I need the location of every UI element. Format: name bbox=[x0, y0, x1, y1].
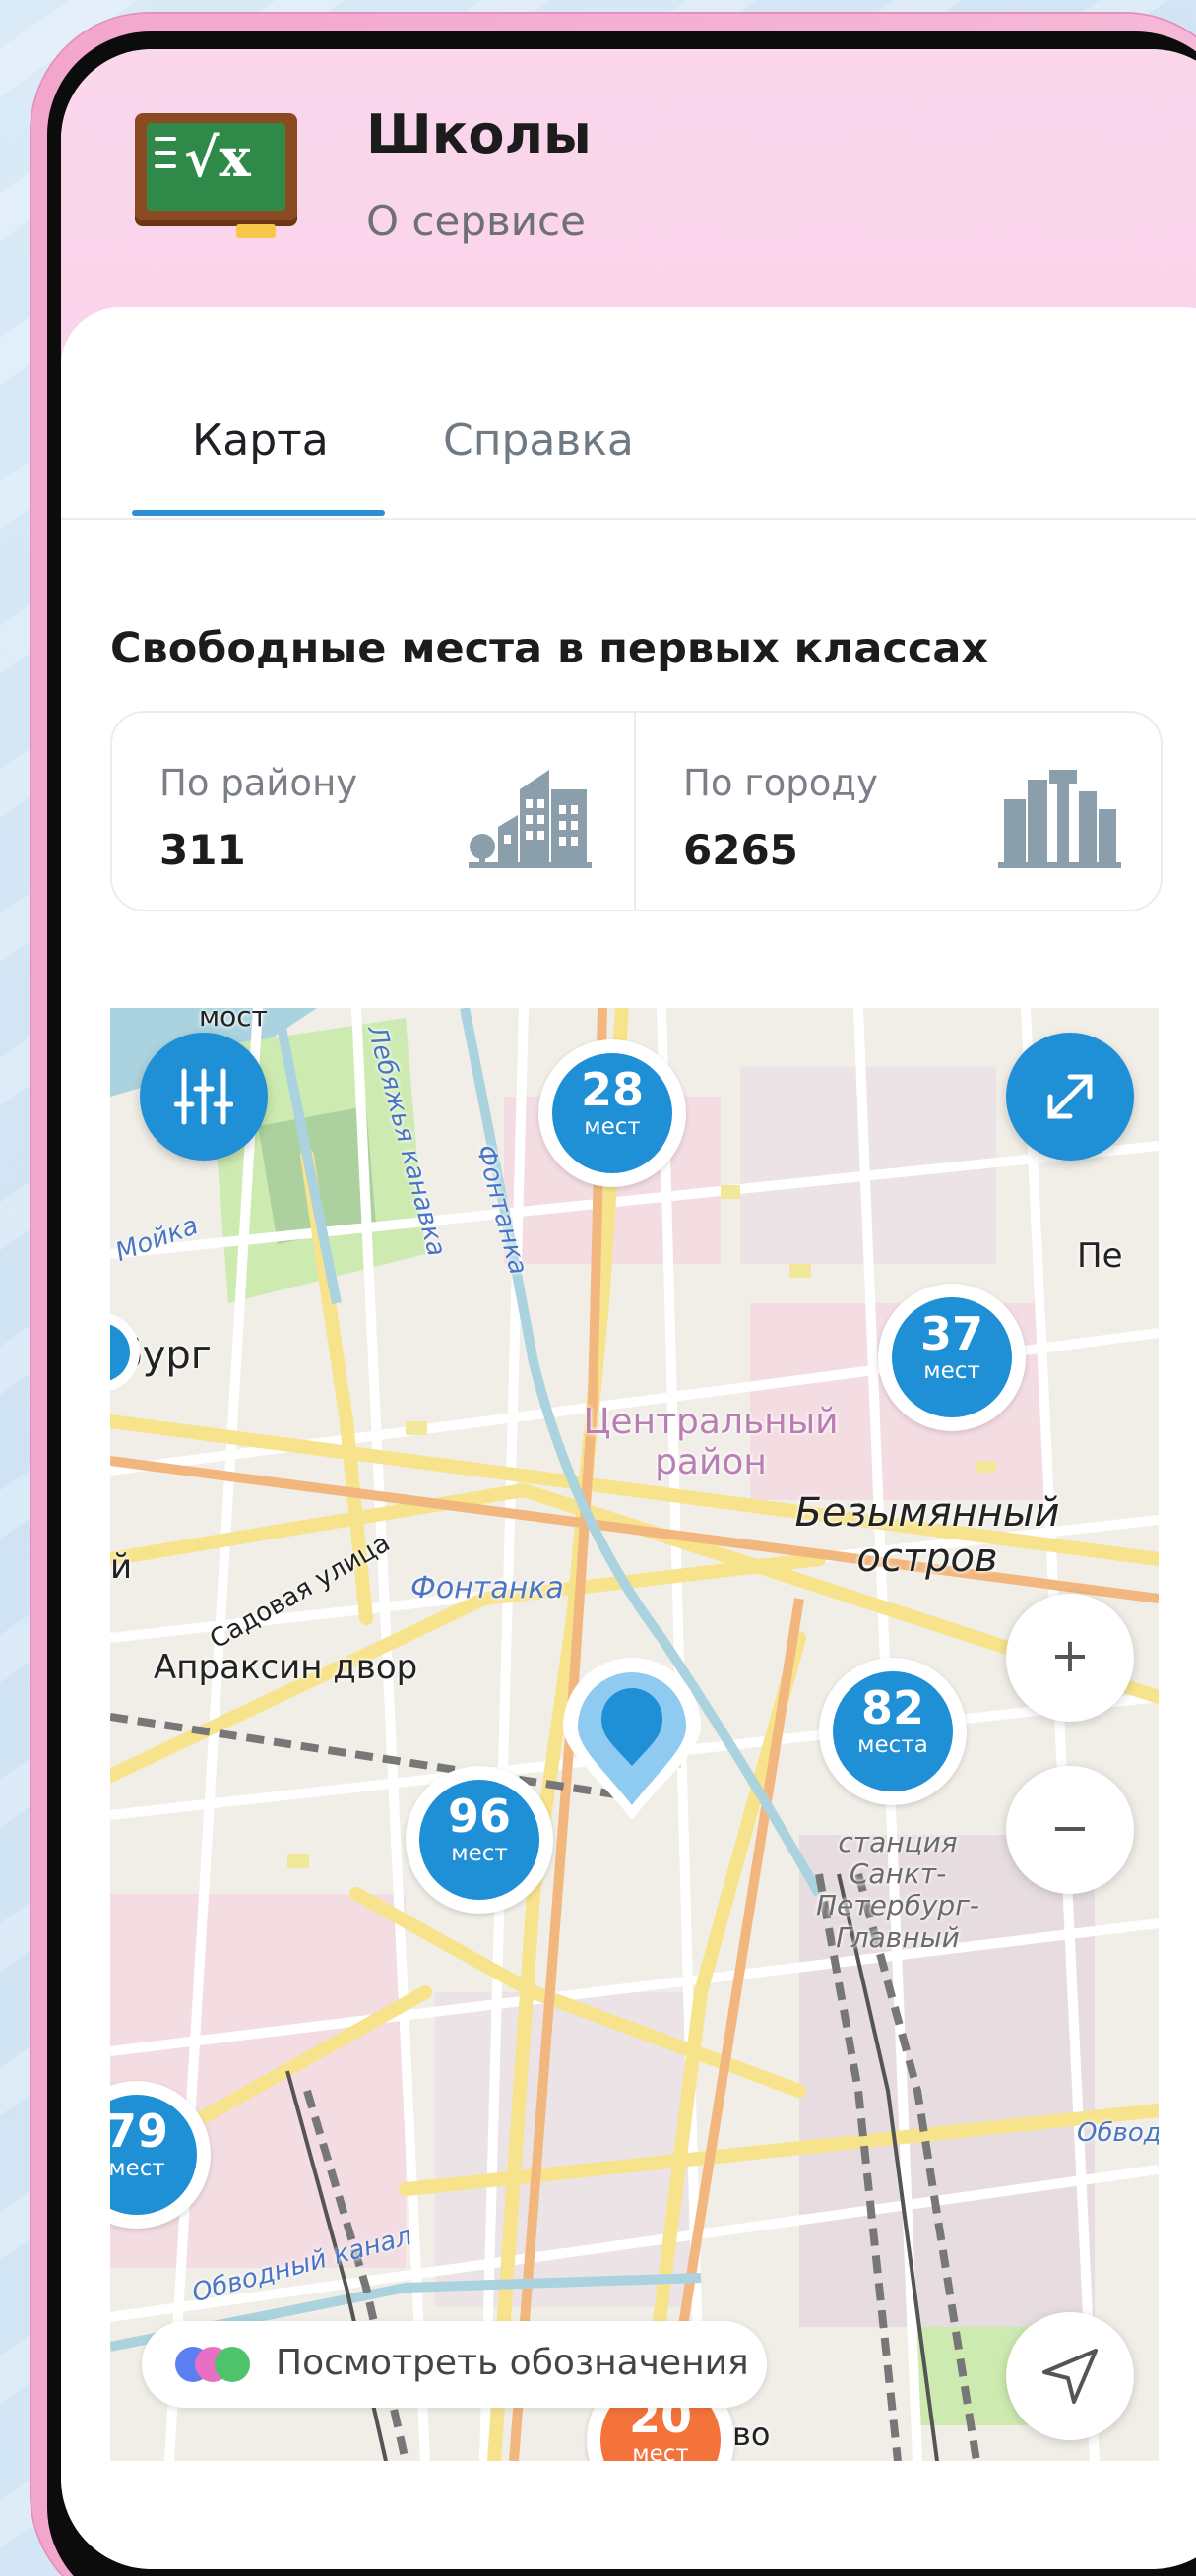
map-label-y: й bbox=[110, 1547, 133, 1587]
stats-panel: По району 311 По городу 6265 bbox=[110, 711, 1163, 911]
tab-bar: Карта Справка bbox=[61, 307, 1196, 520]
filter-button[interactable] bbox=[140, 1033, 268, 1161]
stat-district-label: По району bbox=[159, 762, 358, 804]
zoom-out-button[interactable]: − bbox=[1006, 1766, 1134, 1894]
cluster-marker[interactable]: 37 мест bbox=[878, 1284, 1026, 1431]
map-label-vo: во bbox=[732, 2416, 771, 2453]
map-label-apraksin: Апраксин двор bbox=[154, 1648, 418, 1687]
location-pin-icon[interactable] bbox=[558, 1658, 706, 1825]
map-label-pe: Пе bbox=[1077, 1236, 1123, 1276]
app-title: Школы bbox=[366, 103, 592, 165]
tab-map[interactable]: Карта bbox=[192, 415, 329, 466]
legend-dots-icon bbox=[175, 2347, 254, 2382]
locate-me-button[interactable] bbox=[1006, 2312, 1134, 2440]
city-buildings-icon bbox=[998, 770, 1121, 868]
map-label-obvod-right: Обвод bbox=[1077, 2118, 1159, 2148]
cluster-marker[interactable]: 82 места bbox=[819, 1658, 967, 1805]
stat-city-label: По городу bbox=[683, 762, 878, 804]
map-label-island: Безымянный остров bbox=[794, 1490, 1060, 1581]
content-card: Карта Справка Свободные места в первых к… bbox=[61, 307, 1196, 2569]
stats-divider bbox=[634, 713, 636, 910]
expand-arrows-icon bbox=[1047, 1074, 1093, 1119]
legend-button[interactable]: Посмотреть обозначения bbox=[142, 2321, 767, 2408]
map-label-station: станция Санкт- Петербург- Главный bbox=[815, 1826, 980, 1954]
map-label-fontanka: Фонтанка bbox=[410, 1571, 564, 1605]
district-buildings-icon bbox=[469, 770, 592, 868]
about-service-link[interactable]: О сервисе bbox=[366, 197, 586, 245]
app-screen: √x Школы О сервисе Карта Справка Свободн… bbox=[61, 49, 1196, 2569]
navigation-arrow-icon bbox=[1042, 2349, 1098, 2404]
stat-district-value: 311 bbox=[159, 826, 246, 874]
tab-help[interactable]: Справка bbox=[443, 415, 634, 466]
section-title: Свободные места в первых классах bbox=[110, 624, 989, 673]
legend-label: Посмотреть обозначения bbox=[276, 2343, 749, 2383]
school-map[interactable]: мост бург Мойка Лебяжья канавка Фонтанка… bbox=[110, 1008, 1159, 2461]
map-label-district: Центральный район bbox=[583, 1402, 839, 1482]
cluster-marker[interactable]: 28 мест bbox=[538, 1039, 686, 1187]
zoom-in-button[interactable]: + bbox=[1006, 1594, 1134, 1722]
fullscreen-button[interactable] bbox=[1006, 1033, 1134, 1161]
stat-city-value: 6265 bbox=[683, 826, 798, 874]
map-label-bridge: мост bbox=[199, 1008, 268, 1033]
sliders-icon bbox=[174, 1068, 233, 1125]
chalkboard-sqrt-icon: √x bbox=[135, 113, 297, 238]
cluster-marker[interactable]: 96 мест bbox=[406, 1766, 553, 1914]
active-tab-indicator bbox=[132, 510, 385, 516]
